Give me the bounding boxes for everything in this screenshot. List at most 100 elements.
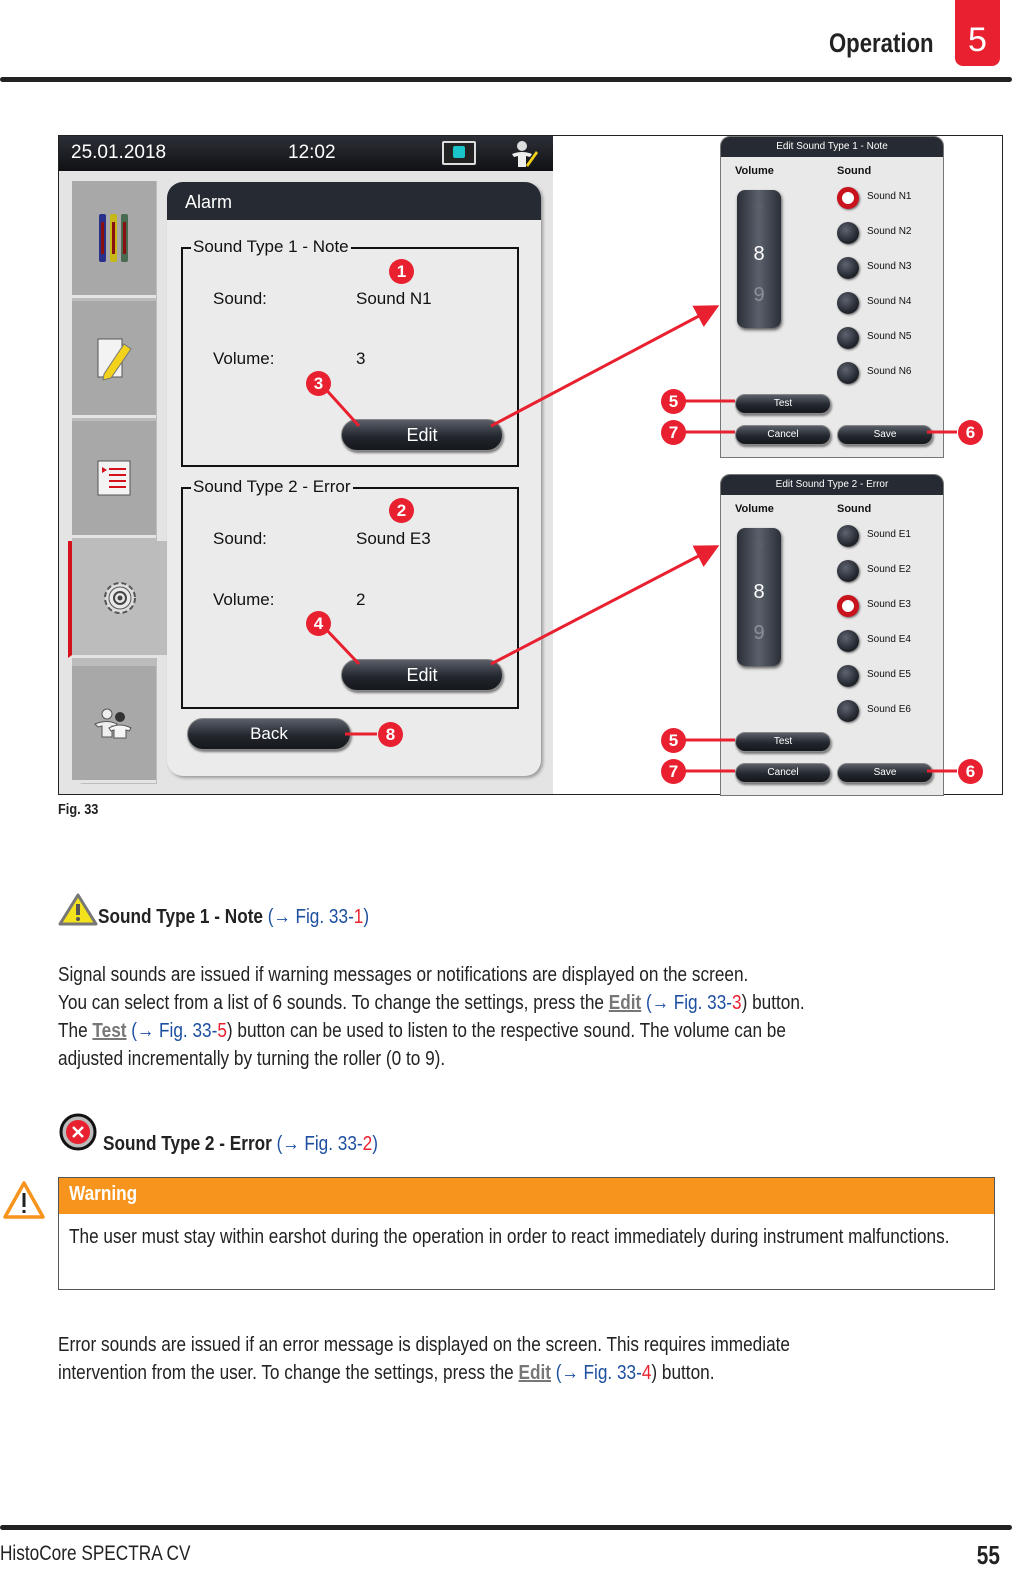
callout-3: 3 [306,371,331,396]
sound-option-label[interactable]: Sound E4 [867,634,911,645]
warning-body: The user must stay within earshot during… [59,1214,994,1261]
list-icon [97,460,131,496]
sound-option-label[interactable]: Sound N1 [867,191,911,202]
sound-type-2-group: Sound Type 2 - Error Sound: Sound E3 Vol… [181,477,519,709]
callout-6: 6 [958,420,983,445]
figure-33: 25.01.2018 12:02 Alarm Sound Type 1 - No… [58,135,1003,796]
sound-option-label[interactable]: Sound N2 [867,226,911,237]
figure-ref-number[interactable]: 1 [354,906,364,928]
figure-ref-number[interactable]: 5 [217,1020,227,1042]
test-link[interactable]: Test [92,1020,126,1042]
figure-ref[interactable]: (→ Fig. 33- [127,1020,217,1042]
figure-ref-number[interactable]: 2 [363,1133,373,1155]
sound-radio[interactable] [837,222,859,244]
sound-radio[interactable] [837,665,859,687]
volume-value: 3 [356,349,366,368]
save-button[interactable]: Save [837,425,933,445]
sound-radio[interactable] [837,292,859,314]
sound-option-label[interactable]: Sound E2 [867,564,911,575]
figure-ref-suffix: ) [363,906,370,928]
sound-label: Sound: [213,289,267,308]
section-title: Operation [829,28,934,58]
cancel-button[interactable]: Cancel [735,763,831,783]
text: The [58,1020,93,1042]
chapter-badge: 5 [955,0,1000,66]
sound-radio[interactable] [837,630,859,652]
edit-link[interactable]: Edit [519,1362,551,1384]
figure-ref[interactable]: (→ Fig. 33- [263,906,354,928]
dialog-title: Edit Sound Type 1 - Note [721,137,943,157]
sound-option-label[interactable]: Sound N6 [867,366,911,377]
text: You can select from a list of 6 sounds. … [58,992,609,1014]
section-1-line-1: Signal sounds are issued if warning mess… [58,964,749,986]
figure-ref[interactable]: (→ Fig. 33- [272,1133,363,1155]
test-button[interactable]: Test [735,732,831,752]
text: intervention from the user. To change th… [58,1362,519,1384]
sound-radio[interactable] [837,700,859,722]
figure-ref-number[interactable]: 3 [732,992,742,1014]
sidebar [68,181,168,784]
sidebar-tab-settings[interactable] [68,541,168,658]
device-screen: 25.01.2018 12:02 Alarm Sound Type 1 - No… [59,136,553,794]
test-button[interactable]: Test [735,394,831,414]
figure-ref[interactable]: (→ Fig. 33- [551,1362,642,1384]
warning-icon [3,1181,45,1219]
edit-sound-type-1-button[interactable]: Edit [341,419,503,451]
roller-value-current: 8 [753,243,765,265]
sound-radio[interactable] [837,362,859,384]
sound-radio[interactable] [837,327,859,349]
heading-text: Sound Type 1 - Note [98,906,263,928]
figure-ref-number[interactable]: 4 [642,1362,652,1384]
figure-ref[interactable]: (→ Fig. 33- [641,992,732,1014]
sound-option-label[interactable]: Sound N3 [867,261,911,272]
section-3-line-1: Error sounds are issued if an error mess… [58,1334,790,1356]
sound-radio[interactable] [837,525,859,547]
sound-option-label[interactable]: Sound N5 [867,331,911,342]
sound-radio[interactable] [837,595,859,617]
roller-value-next: 9 [753,284,765,306]
sidebar-tab-edit[interactable] [72,301,156,418]
roller-value-prev: 7 [753,540,765,562]
user-edit-icon[interactable] [509,139,539,169]
edit-link[interactable]: Edit [609,992,641,1014]
volume-heading: Volume [735,165,774,177]
warning-title-text: Warning [69,1183,138,1205]
callout-1: 1 [389,259,414,284]
volume-roller[interactable]: 7 8 9 [737,528,781,666]
back-button[interactable]: Back [187,718,351,750]
volume-label: Volume: [213,349,275,368]
sidebar-tab-programs[interactable] [72,421,156,538]
callout-7: 7 [661,759,686,784]
section-1-line-4: adjusted incrementally by turning the ro… [58,1048,446,1070]
warning-title: Warning [59,1178,994,1214]
section-3-line-2: intervention from the user. To change th… [58,1359,715,1387]
cancel-button[interactable]: Cancel [735,425,831,445]
monitor-icon[interactable] [442,141,476,165]
figure-caption: Fig. 33 [58,801,99,818]
save-button[interactable]: Save [837,763,933,783]
text: ) button can be used to listen to the re… [226,1020,786,1042]
callout-4: 4 [306,611,331,636]
sidebar-tab-users[interactable] [72,666,156,783]
sound-value: Sound N1 [356,289,432,308]
callout-5: 5 [661,728,686,753]
sidebar-tab-reagents[interactable] [72,181,156,298]
edit-sound-type-2-dialog: Edit Sound Type 2 - Error Volume Sound 7… [720,474,944,796]
sound-option-label[interactable]: Sound E3 [867,599,911,610]
group-legend: Sound Type 2 - Error [191,477,353,497]
sound-radio[interactable] [837,560,859,582]
sound-option-label[interactable]: Sound E1 [867,529,911,540]
sound-option-label[interactable]: Sound E6 [867,704,911,715]
volume-value: 2 [356,590,366,609]
volume-roller[interactable]: 7 8 9 [737,190,781,328]
sound-option-label[interactable]: Sound E5 [867,669,911,680]
sound-heading: Sound [837,503,872,515]
edit-sound-type-2-button[interactable]: Edit [341,659,503,691]
sound-radio[interactable] [837,257,859,279]
dialog-title: Edit Sound Type 2 - Error [721,475,943,495]
sound-option-label[interactable]: Sound N4 [867,296,911,307]
text: ) button. [651,1362,715,1384]
sound-radio[interactable] [837,187,859,209]
users-icon [94,708,132,739]
time-display: 12:02 [288,142,336,163]
